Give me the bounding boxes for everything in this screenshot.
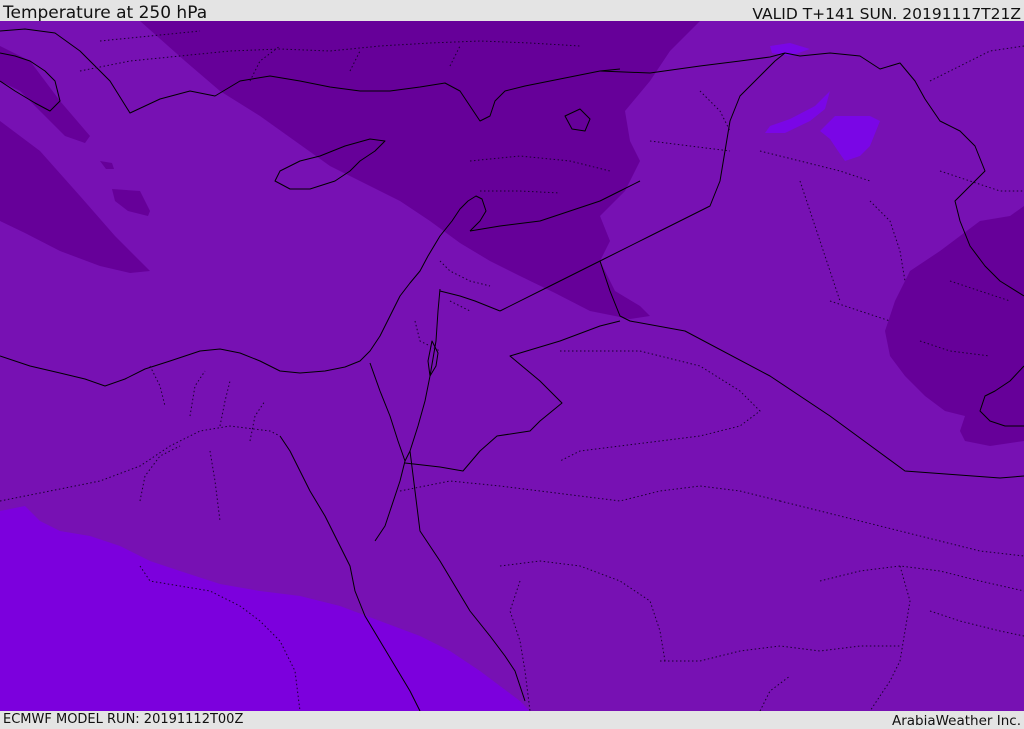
map-title: Temperature at 250 hPa xyxy=(3,3,208,23)
map-area[interactable] xyxy=(0,21,1024,711)
weather-map-frame: Temperature at 250 hPa VALID T+141 SUN. … xyxy=(0,0,1024,729)
footer-bar: ECMWF MODEL RUN: 20191112T00Z ArabiaWeat… xyxy=(0,711,1024,729)
map-canvas[interactable] xyxy=(0,21,1024,711)
header-bar: Temperature at 250 hPa VALID T+141 SUN. … xyxy=(0,0,1024,23)
model-run-label: ECMWF MODEL RUN: 20191112T00Z xyxy=(3,712,244,727)
credit-label: ArabiaWeather Inc. xyxy=(891,713,1021,729)
